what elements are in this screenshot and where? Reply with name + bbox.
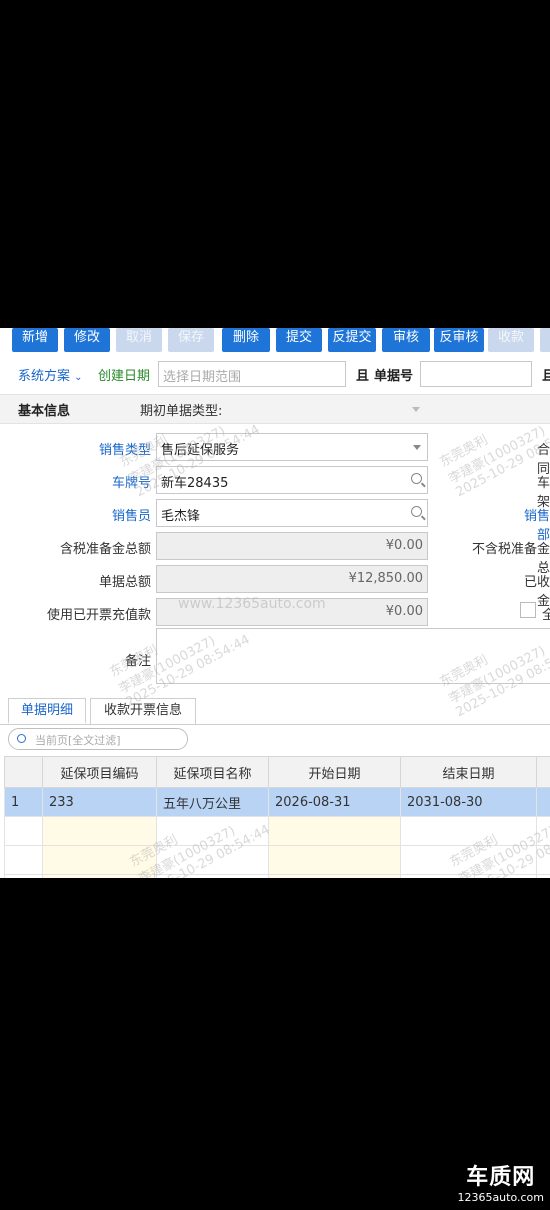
prepaid-used-value: ¥0.00 xyxy=(385,604,423,619)
tax-reserve-field: ¥0.00 xyxy=(156,532,428,560)
edit-button[interactable]: 修改 xyxy=(64,328,110,352)
remark-textarea[interactable] xyxy=(156,628,550,684)
table-row-empty[interactable] xyxy=(4,816,550,846)
search-icon xyxy=(17,734,26,743)
prepaid-used-label: 使用已开票充值款 xyxy=(46,608,151,623)
chevron-down-icon xyxy=(412,407,420,412)
plate-label: 车牌号 xyxy=(111,476,151,491)
toolbar: 新增 修改 取消 保存 删除 提交 反提交 审核 反审核 收款 xyxy=(0,328,550,352)
doc-total-field: ¥12,850.00 xyxy=(156,565,428,593)
cell-extra xyxy=(536,787,550,817)
date-range-input[interactable]: 选择日期范围 xyxy=(158,361,346,387)
filter-bar: 系统方案 ⌄ 创建日期 选择日期范围 且 单据号 且 xyxy=(0,358,550,392)
col-rownum-header xyxy=(4,756,43,788)
sales-type-value: 售后延保服务 xyxy=(161,443,240,458)
search-icon[interactable] xyxy=(411,506,422,517)
app-screen: 新增 修改 取消 保存 删除 提交 反提交 审核 反审核 收款 系统方案 ⌄ 创… xyxy=(0,328,550,878)
full-checkbox-label: 全 xyxy=(542,608,550,623)
and-operator-2: 且 xyxy=(542,369,550,384)
doc-total-value: ¥12,850.00 xyxy=(348,571,423,586)
date-field-label: 创建日期 xyxy=(98,369,151,384)
cell-end-date[interactable]: 2031-08-30 xyxy=(400,787,537,817)
tab-doc-details[interactable]: 单据明细 xyxy=(8,698,86,724)
docno-input[interactable] xyxy=(420,361,532,387)
date-range-placeholder: 选择日期范围 xyxy=(163,370,242,385)
detail-tabs: 单据明细 收款开票信息 xyxy=(0,698,550,725)
cancel-button[interactable]: 取消 xyxy=(116,328,162,352)
brand-site: 12365auto.com xyxy=(457,1191,544,1204)
brand-logo: 车质网 12365auto.com xyxy=(457,1159,544,1204)
plate-value: 新车28435 xyxy=(161,476,229,491)
section-title: 基本信息 xyxy=(18,404,71,419)
col-name-header[interactable]: 延保项目名称 xyxy=(156,756,269,788)
and-operator: 且 xyxy=(356,369,370,384)
chevron-down-icon: ⌄ xyxy=(74,372,83,383)
salesman-value: 毛杰锋 xyxy=(161,509,201,524)
col-extra-header xyxy=(536,756,550,788)
table-header-row: 延保项目编码 延保项目名称 开始日期 结束日期 xyxy=(4,756,550,788)
docno-field-label: 单据号 xyxy=(374,369,414,384)
cell-name[interactable]: 五年八万公里 xyxy=(156,787,269,817)
initial-doc-type-label: 期初单据类型: xyxy=(140,404,223,419)
full-checkbox[interactable] xyxy=(520,602,536,618)
scheme-dropdown[interactable]: 系统方案 ⌄ xyxy=(18,365,83,384)
remark-label: 备注 xyxy=(124,654,151,669)
brand-name: 车质网 xyxy=(466,1165,536,1190)
initial-doc-type-select[interactable] xyxy=(236,398,426,420)
page-filter-input[interactable]: 当前页[全文过滤] xyxy=(8,728,188,750)
submit-button[interactable]: 提交 xyxy=(276,328,322,352)
receive-payment-button[interactable]: 收款 xyxy=(488,328,534,352)
cell-start-date[interactable]: 2026-08-31 xyxy=(268,787,401,817)
doc-total-label: 单据总额 xyxy=(98,575,151,590)
tab-payment-invoice[interactable]: 收款开票信息 xyxy=(90,698,196,724)
detail-table: 延保项目编码 延保项目名称 开始日期 结束日期 1 233 五年八万公里 202… xyxy=(4,756,550,878)
table-row-empty[interactable] xyxy=(4,874,550,878)
unapprove-button[interactable]: 反审核 xyxy=(434,328,484,352)
salesman-label: 销售员 xyxy=(111,509,151,524)
col-code-header[interactable]: 延保项目编码 xyxy=(42,756,157,788)
table-row[interactable]: 1 233 五年八万公里 2026-08-31 2031-08-30 xyxy=(4,787,550,817)
tax-reserve-label: 含税准备金总额 xyxy=(59,542,151,557)
scheme-label: 系统方案 xyxy=(18,369,71,384)
save-button[interactable]: 保存 xyxy=(168,328,214,352)
sales-type-label: 销售类型 xyxy=(98,443,151,458)
add-button[interactable]: 新增 xyxy=(12,328,58,352)
row-number: 1 xyxy=(4,787,43,817)
sales-type-select[interactable]: 售后延保服务 xyxy=(156,433,428,461)
section-basic-info: 基本信息 期初单据类型: xyxy=(0,394,550,424)
page-filter-placeholder: 当前页[全文过滤] xyxy=(35,734,121,747)
col-end-header[interactable]: 结束日期 xyxy=(400,756,537,788)
table-row-empty[interactable] xyxy=(4,845,550,875)
more-button[interactable] xyxy=(540,328,550,352)
chevron-down-icon xyxy=(413,445,421,450)
salesman-input[interactable]: 毛杰锋 xyxy=(156,499,428,527)
cell-code[interactable]: 233 xyxy=(42,787,157,817)
plate-input[interactable]: 新车28435 xyxy=(156,466,428,494)
site-watermark: www.12365auto.com xyxy=(178,596,326,612)
unsubmit-button[interactable]: 反提交 xyxy=(328,328,376,352)
col-start-header[interactable]: 开始日期 xyxy=(268,756,401,788)
delete-button[interactable]: 删除 xyxy=(222,328,270,352)
search-icon[interactable] xyxy=(411,473,422,484)
tax-reserve-value: ¥0.00 xyxy=(385,538,423,553)
approve-button[interactable]: 审核 xyxy=(382,328,430,352)
